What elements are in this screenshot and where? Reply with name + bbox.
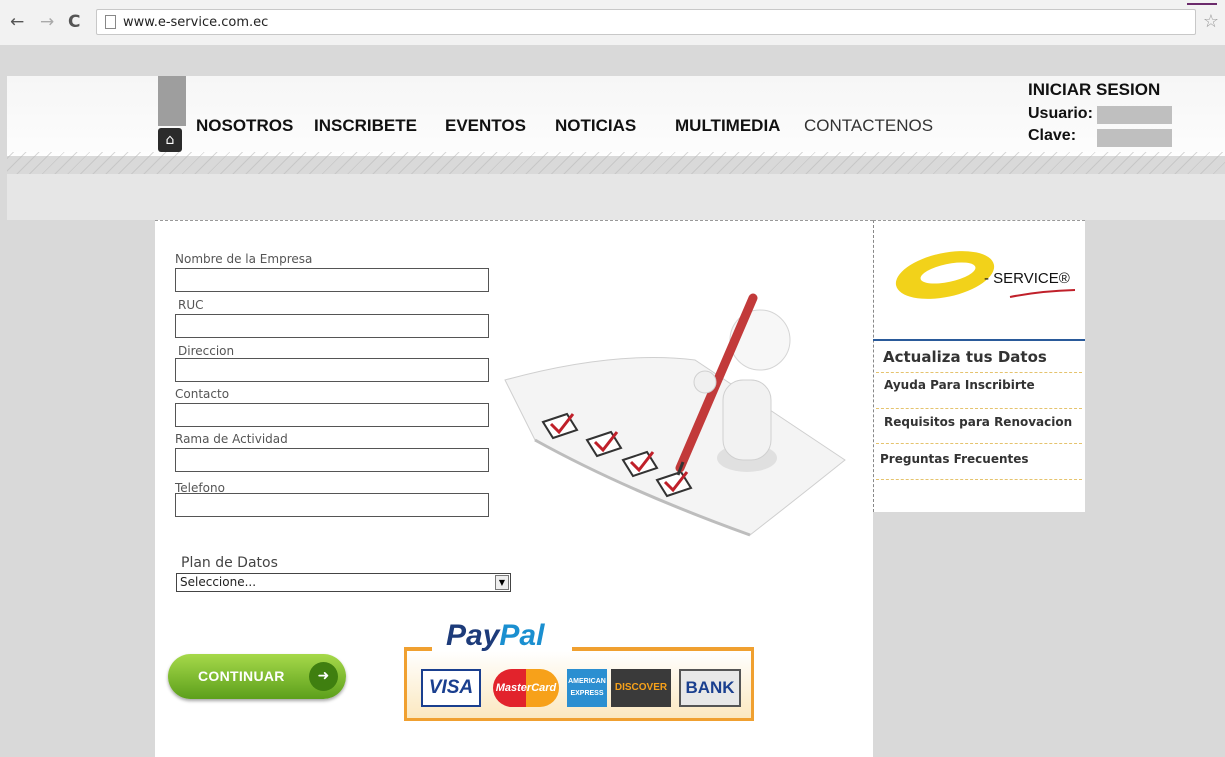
header-divider <box>7 152 1225 174</box>
field-label-ruc: RUC <box>178 298 204 312</box>
username-label: Usuario: <box>1028 105 1093 122</box>
plan-select[interactable]: Seleccione... ▼ <box>176 573 511 592</box>
contacto-input[interactable] <box>175 403 489 427</box>
browser-toolbar: ← → C www.e-service.com.ec ☆ <box>0 0 1225 46</box>
arrow-right-icon: ➜ <box>309 662 338 691</box>
nav-item-noticias[interactable]: NOTICIAS <box>555 116 636 136</box>
field-label-rama: Rama de Actividad <box>175 432 288 446</box>
bank-logo: BANK <box>679 669 741 707</box>
sidebar-link-ayuda[interactable]: Ayuda Para Inscribirte <box>884 378 1035 392</box>
continue-button[interactable]: CONTINUAR ➜ <box>168 654 346 699</box>
forward-icon[interactable]: → <box>40 12 54 32</box>
chevron-down-icon[interactable]: ▼ <box>495 575 509 590</box>
password-label: Clave: <box>1028 127 1077 144</box>
nav-item-multimedia[interactable]: MULTIMEDIA <box>675 116 780 136</box>
plan-select-value: Seleccione... <box>180 575 257 589</box>
discover-logo: DISCOVER <box>611 669 671 707</box>
brand-name: - SERVICE® <box>984 270 1070 287</box>
sidebar-divider <box>873 339 1085 341</box>
amex-logo: AMERICAN EXPRESS <box>567 669 607 707</box>
page-icon <box>105 15 116 29</box>
password-input[interactable] <box>1097 129 1172 147</box>
sidebar-sep <box>876 479 1082 480</box>
home-icon[interactable]: ⌂ <box>158 128 182 152</box>
mastercard-logo: MasterCard <box>493 669 559 707</box>
field-label-empresa: Nombre de la Empresa <box>175 252 313 266</box>
home-strip <box>158 76 186 126</box>
field-label-contacto: Contacto <box>175 387 230 401</box>
nav-item-nosotros[interactable]: NOSOTROS <box>196 116 293 136</box>
paypal-logo: PayPal <box>446 619 545 652</box>
checklist-illustration <box>504 293 846 537</box>
nav-item-inscribete[interactable]: INSCRIBETE <box>314 116 417 136</box>
telefono-input[interactable] <box>175 493 489 517</box>
ruc-input[interactable] <box>175 314 489 338</box>
nav-item-contactenos[interactable]: CONTACTENOS <box>804 116 933 136</box>
reload-icon[interactable]: C <box>68 12 80 32</box>
sidebar-sep <box>876 408 1082 409</box>
sidebar-link-requisitos[interactable]: Requisitos para Renovacion <box>884 415 1072 429</box>
address-bar[interactable]: www.e-service.com.ec <box>96 9 1196 35</box>
sidebar-link-preguntas[interactable]: Preguntas Frecuentes <box>880 452 1029 466</box>
window-accent <box>1187 3 1217 5</box>
sidebar-sep <box>876 443 1082 444</box>
sidebar-title: Actualiza tus Datos <box>883 348 1047 366</box>
field-label-direccion: Direccion <box>178 344 235 358</box>
visa-logo: VISA <box>421 669 481 707</box>
url-text: www.e-service.com.ec <box>123 15 269 30</box>
bookmark-star-icon[interactable]: ☆ <box>1203 11 1219 32</box>
sidebar-sep <box>876 372 1082 373</box>
direccion-input[interactable] <box>175 358 489 382</box>
login-title: INICIAR SESION <box>1028 80 1161 99</box>
username-input[interactable] <box>1097 106 1172 124</box>
rama-input[interactable] <box>175 448 489 472</box>
plan-label: Plan de Datos <box>181 555 278 571</box>
nav-item-eventos[interactable]: EVENTOS <box>445 116 526 136</box>
continue-button-label: CONTINUAR <box>198 668 285 684</box>
paypal-banner: PayPal VISA MasterCard AMERICAN EXPRESS … <box>402 603 755 725</box>
empresa-input[interactable] <box>175 268 489 292</box>
header-subband <box>7 174 1225 220</box>
back-icon[interactable]: ← <box>10 12 24 32</box>
card-logos: VISA MasterCard AMERICAN EXPRESS DISCOVE… <box>404 651 754 721</box>
